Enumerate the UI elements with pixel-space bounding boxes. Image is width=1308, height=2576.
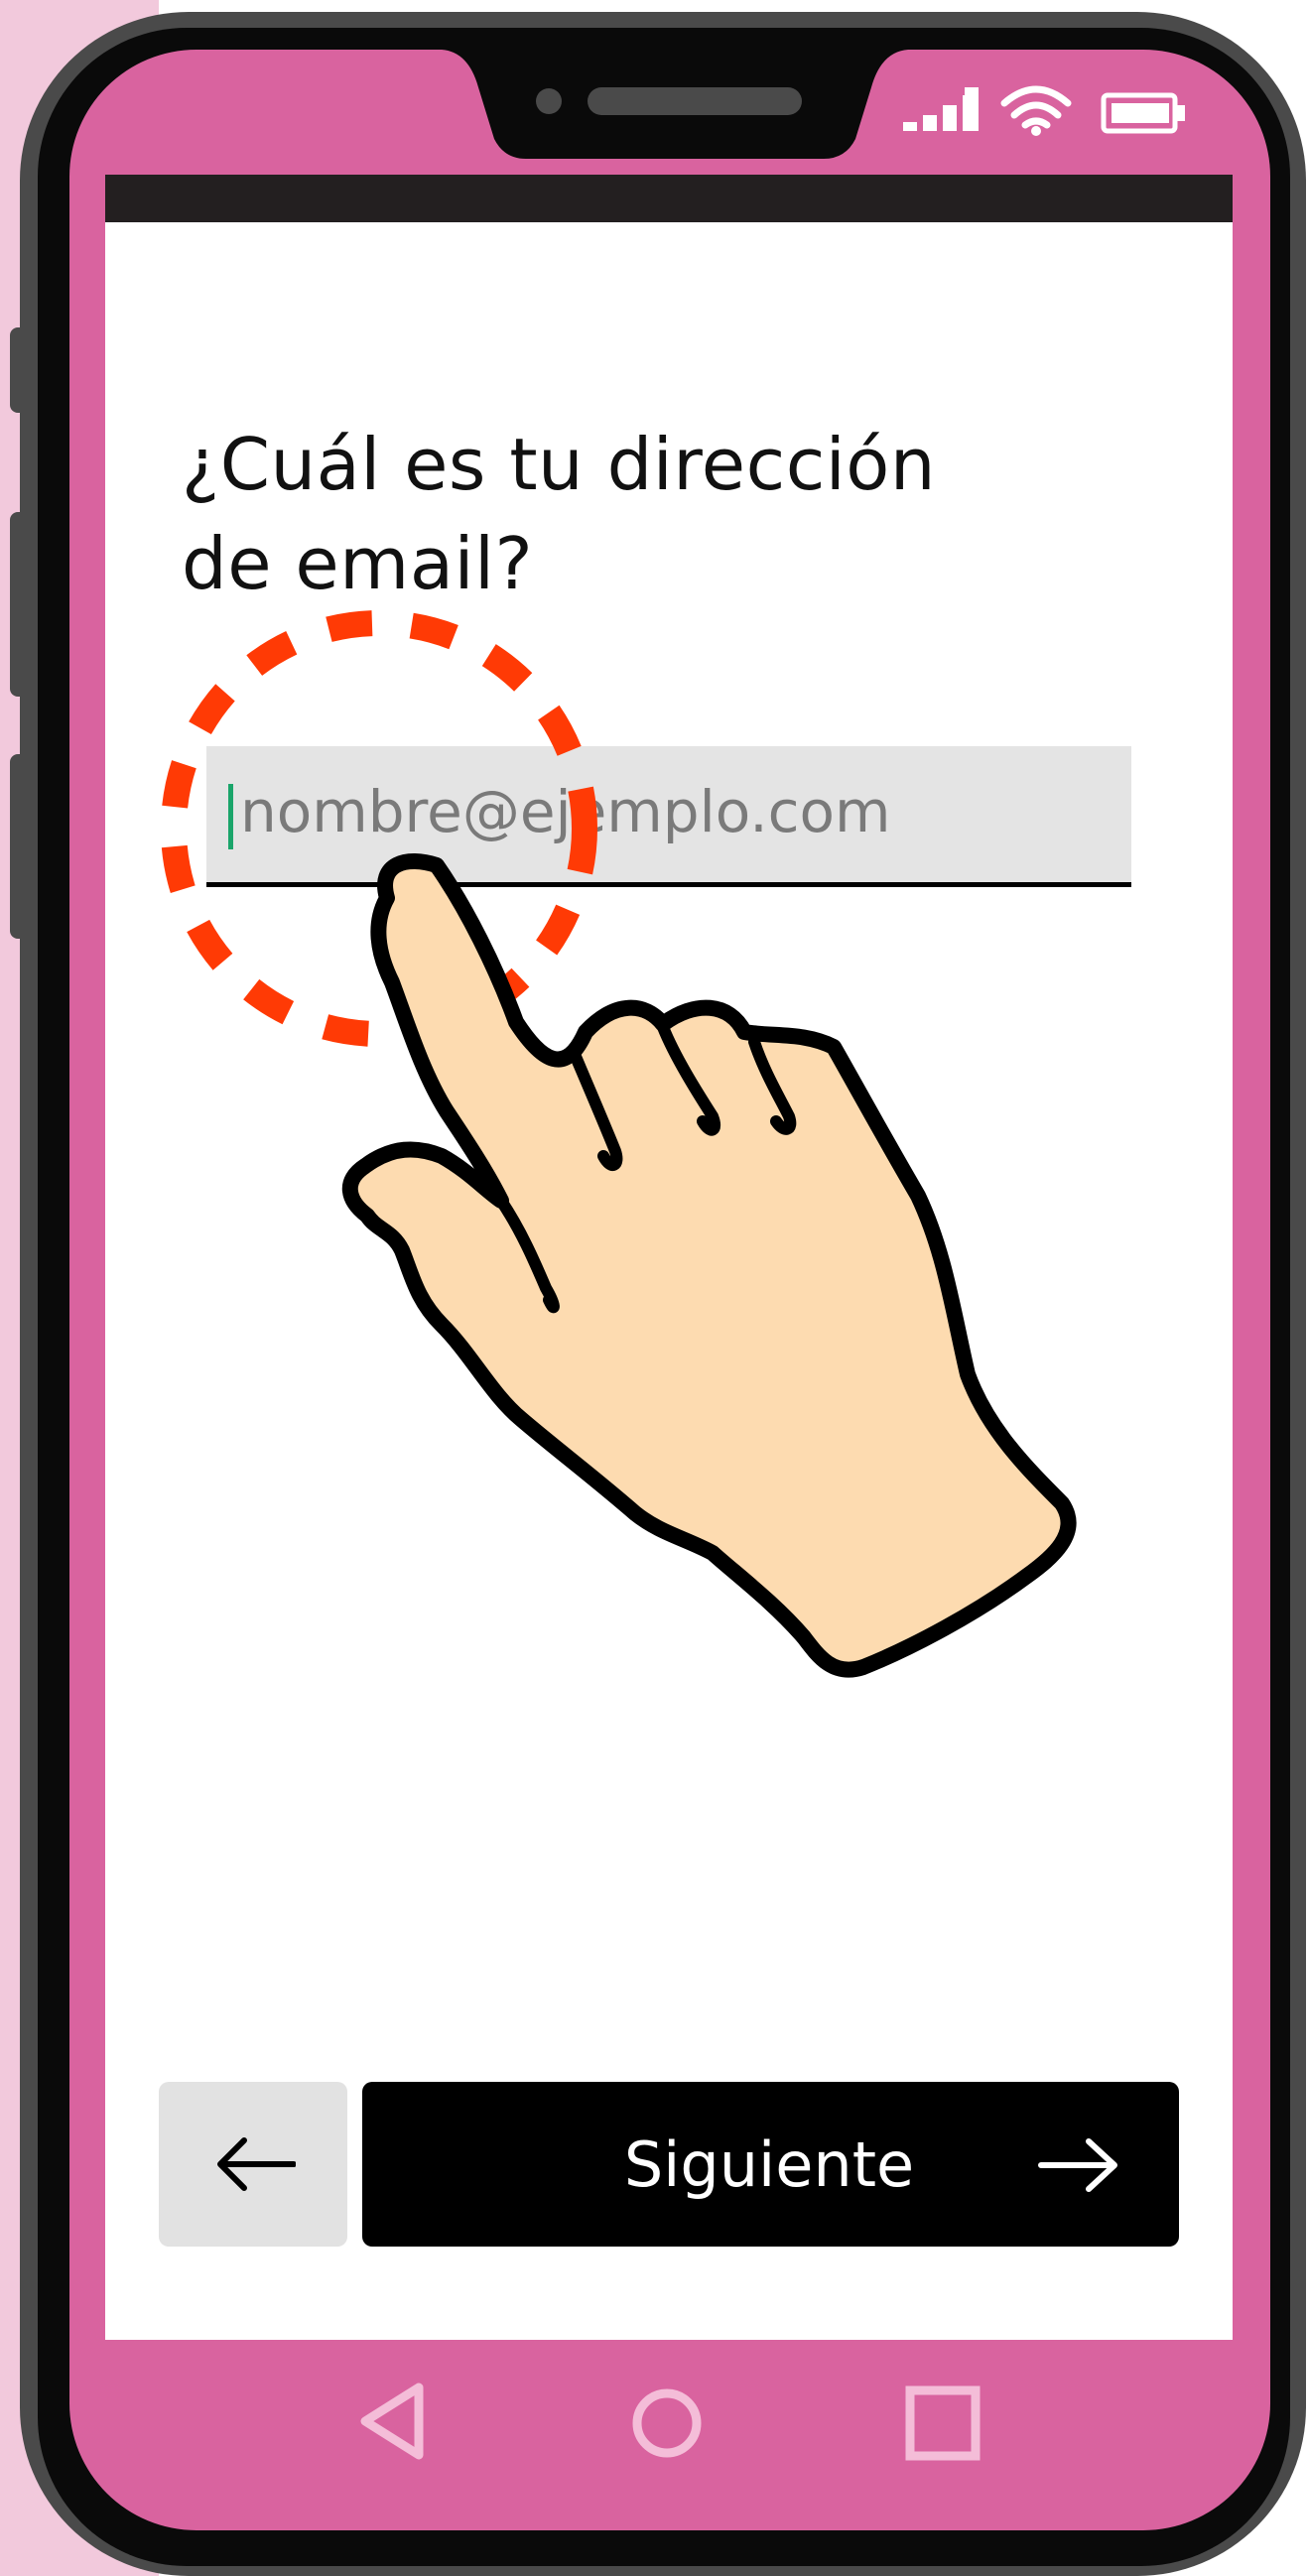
page-title: ¿Cuál es tu dirección de email? bbox=[182, 415, 1035, 613]
email-placeholder: nombre@ejemplo.com bbox=[240, 778, 891, 845]
stage: ¿Cuál es tu dirección de email? nombre@e… bbox=[0, 0, 1308, 2576]
triangle-back-icon bbox=[360, 2383, 424, 2460]
next-button-label: Siguiente bbox=[623, 2128, 915, 2201]
email-field[interactable]: nombre@ejemplo.com bbox=[206, 746, 1131, 887]
nav-home-button[interactable] bbox=[631, 2387, 703, 2459]
arrow-left-icon bbox=[217, 2137, 296, 2191]
app-top-bar bbox=[105, 175, 1233, 222]
next-button[interactable]: Siguiente bbox=[362, 2082, 1179, 2247]
square-recent-icon bbox=[905, 2385, 981, 2461]
nav-back-button[interactable] bbox=[357, 2382, 427, 2461]
nav-recent-apps-button[interactable] bbox=[905, 2385, 981, 2461]
arrow-right-icon bbox=[1038, 2138, 1117, 2192]
page-title-line-1: ¿Cuál es tu dirección bbox=[182, 423, 936, 506]
circle-home-icon bbox=[632, 2388, 702, 2458]
back-button[interactable] bbox=[159, 2082, 347, 2247]
speaker-grille bbox=[588, 87, 802, 115]
text-caret bbox=[228, 784, 233, 849]
front-camera-icon bbox=[536, 88, 562, 114]
page-title-line-2: de email? bbox=[182, 522, 534, 605]
